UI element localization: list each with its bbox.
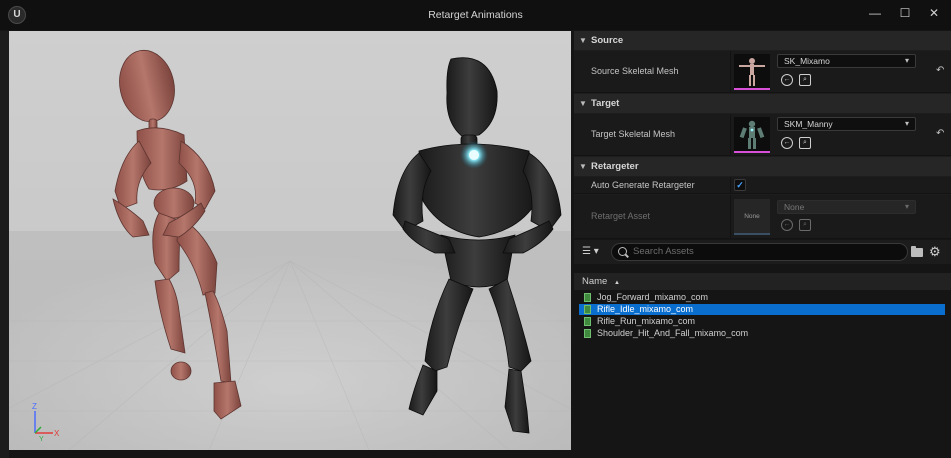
close-button[interactable]: ✕: [921, 4, 947, 22]
browse-asset-icon[interactable]: ⌕: [799, 137, 811, 149]
section-target-title: Target: [591, 98, 620, 109]
auto-generate-checkbox[interactable]: ✓: [734, 179, 746, 191]
window-title: Retarget Animations: [428, 9, 523, 21]
gear-icon[interactable]: ⚙: [929, 244, 941, 260]
retarget-asset-thumbnail: None: [734, 199, 770, 235]
asset-toolbar: ☰ ▾ Search Assets ⚙: [574, 240, 951, 264]
sort-ascending-icon: ▲: [613, 280, 620, 286]
retarget-asset-value: None: [784, 202, 805, 212]
column-divider: [730, 114, 731, 155]
section-target[interactable]: ▼ Target: [574, 94, 951, 113]
retarget-asset-row: Retarget Asset None None ▾ ← ⌕: [574, 195, 951, 239]
asset-name: Shoulder_Hit_And_Fall_mixamo_com: [597, 328, 749, 338]
minimize-button[interactable]: —: [862, 4, 888, 22]
details-panel: ▼ Source Source Skeletal Mesh SK_Mixamo ▾…: [574, 31, 951, 239]
auto-generate-label: Auto Generate Retargeter: [591, 180, 695, 190]
asset-list-item[interactable]: Shoulder_Hit_And_Fall_mixamo_com: [579, 328, 945, 339]
chevron-down-icon: ▾: [904, 202, 909, 211]
collapse-caret-icon: ▼: [579, 99, 587, 108]
target-mesh-label: Target Skeletal Mesh: [591, 129, 676, 139]
asset-name: Jog_Forward_mixamo_com: [597, 292, 709, 302]
mannequin-figure-icon: [739, 120, 765, 149]
chevron-down-icon: ▾: [904, 119, 909, 128]
reset-to-default-icon[interactable]: ↶: [936, 65, 944, 76]
target-mesh-thumbnail[interactable]: [734, 117, 770, 153]
asset-list-item-selected[interactable]: Rifle_Idle_mixamo_com: [579, 304, 945, 315]
column-header-name[interactable]: Name ▲: [574, 273, 951, 290]
use-selected-asset-icon[interactable]: ←: [781, 74, 793, 86]
source-mesh-thumbnail[interactable]: [734, 54, 770, 90]
anim-sequence-icon: [584, 305, 591, 314]
maximize-button[interactable]: ☐: [892, 4, 918, 22]
column-name-label: Name: [582, 276, 608, 287]
source-mesh-combo[interactable]: SK_Mixamo ▾: [777, 54, 916, 68]
source-mesh-row: Source Skeletal Mesh SK_Mixamo ▾ ← ⌕ ↶: [574, 51, 951, 93]
tpose-figure-icon: [739, 58, 765, 86]
asset-list-item[interactable]: Jog_Forward_mixamo_com: [579, 292, 945, 303]
title-bar: U Retarget Animations — ☐ ✕: [0, 0, 951, 30]
browse-asset-icon[interactable]: ⌕: [799, 74, 811, 86]
thumbnail-type-bar: [734, 151, 770, 153]
section-source[interactable]: ▼ Source: [574, 31, 951, 50]
retarget-asset-label: Retarget Asset: [591, 211, 651, 221]
gizmo-z-label: Z: [32, 402, 37, 411]
reset-to-default-icon[interactable]: ↶: [936, 128, 944, 139]
anim-sequence-icon: [584, 293, 591, 302]
anim-sequence-icon: [584, 329, 591, 338]
filter-icon[interactable]: ☰ ▾: [582, 246, 599, 257]
source-mesh-label: Source Skeletal Mesh: [591, 66, 679, 76]
asset-name: Rifle_Run_mixamo_com: [597, 316, 696, 326]
section-retargeter[interactable]: ▼ Retargeter: [574, 157, 951, 176]
target-mesh-row: Target Skeletal Mesh SKM_Manny ▾ ← ⌕ ↶: [574, 114, 951, 156]
asset-name: Rifle_Idle_mixamo_com: [597, 304, 694, 314]
browse-asset-icon: ⌕: [799, 219, 811, 231]
axis-gizmo-icon: Z X Y: [32, 402, 60, 441]
search-placeholder: Search Assets: [633, 246, 694, 257]
left-gutter: [0, 31, 9, 458]
chevron-down-icon: ▾: [904, 56, 909, 65]
thumbnail-type-bar: [734, 88, 770, 90]
section-source-title: Source: [591, 35, 624, 46]
collapse-caret-icon: ▼: [579, 162, 587, 171]
search-icon: [618, 247, 627, 256]
column-divider: [730, 195, 731, 238]
viewport-scene: [9, 49, 571, 450]
folder-icon[interactable]: [911, 246, 923, 257]
asset-browser: ☰ ▾ Search Assets ⚙ Name ▲ Jog_Forward_m…: [574, 240, 951, 458]
section-retargeter-title: Retargeter: [591, 161, 639, 172]
use-selected-asset-icon: ←: [781, 219, 793, 231]
collapse-caret-icon: ▼: [579, 36, 587, 45]
target-mesh-value: SKM_Manny: [784, 119, 833, 129]
use-selected-asset-icon[interactable]: ←: [781, 137, 793, 149]
thumbnail-type-bar: [734, 233, 770, 235]
search-input[interactable]: Search Assets: [611, 243, 908, 261]
column-divider: [730, 177, 731, 193]
anim-sequence-icon: [584, 317, 591, 326]
preview-viewport[interactable]: Z X Y: [9, 31, 571, 450]
gizmo-y-label: Y: [39, 436, 44, 441]
auto-generate-row: Auto Generate Retargeter ✓: [574, 177, 951, 194]
gizmo-x-label: X: [54, 429, 60, 438]
target-mesh-combo[interactable]: SKM_Manny ▾: [777, 117, 916, 131]
retarget-asset-combo: None ▾: [777, 200, 916, 214]
source-mesh-value: SK_Mixamo: [784, 56, 830, 66]
retarget-asset-thumb-text: None: [744, 213, 760, 220]
column-divider: [730, 51, 731, 92]
asset-list-item[interactable]: Rifle_Run_mixamo_com: [579, 316, 945, 327]
